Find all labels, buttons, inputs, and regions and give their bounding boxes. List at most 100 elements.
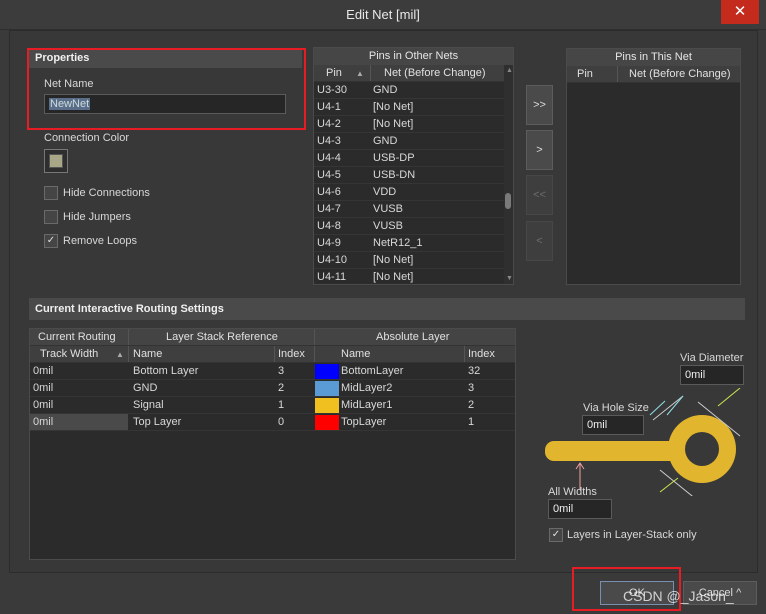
all-widths-label: All Widths — [548, 486, 597, 498]
net-cell: VUSB — [373, 203, 403, 215]
via-diameter-label: Via Diameter — [680, 352, 744, 364]
pins-other-list: U3-30 GND U4-1 [No Net] U4-2 [No Net] U4-3 GND U… — [314, 82, 513, 286]
scroll-thumb[interactable] — [505, 193, 511, 209]
layer-name-cell: Top Layer — [133, 416, 182, 428]
layer-stack-only-label: Layers in Layer-Stack only — [567, 529, 697, 541]
net-cell: VDD — [373, 186, 397, 198]
move-left-button[interactable]: < — [526, 221, 553, 261]
pin-cell: U4-1 — [317, 101, 341, 113]
layer-index-cell: 3 — [278, 365, 285, 377]
remove-loops-checkbox[interactable]: ✓ — [44, 234, 58, 248]
move-all-left-button[interactable]: << — [526, 175, 553, 215]
pin-row[interactable]: U4-5 USB-DN — [314, 167, 505, 184]
layer-color-swatch — [315, 398, 339, 413]
group-layer-stack: Layer Stack Reference — [166, 331, 278, 343]
trace-shape — [545, 441, 685, 461]
track-width-cell[interactable]: 0mil — [33, 397, 53, 413]
pin-cell: U4-4 — [317, 152, 341, 164]
group-absolute-layer: Absolute Layer — [376, 331, 450, 343]
routing-row[interactable]: 0mil Top Layer 0 TopLayer 1 — [30, 414, 515, 431]
routing-column-header: Track Width ▲ Name Index Name Index — [30, 346, 515, 363]
layer-index-cell: 1 — [278, 399, 285, 411]
layer-stack-only-checkbox[interactable]: ✓ — [549, 528, 563, 542]
layer-color-swatch — [315, 381, 339, 396]
abs-layer-name-cell: TopLayer — [341, 416, 387, 428]
track-width-cell[interactable]: 0mil — [33, 414, 53, 430]
col-abs-name[interactable]: Name — [341, 346, 370, 363]
layer-index-cell: 0 — [278, 416, 285, 428]
chevron-up-icon: ^ — [736, 587, 742, 599]
pin-row[interactable]: U4-4 USB-DP — [314, 150, 505, 167]
pin-row[interactable]: U4-6 VDD — [314, 184, 505, 201]
pin-row[interactable]: U3-30 GND — [314, 82, 505, 99]
col-pin-header[interactable]: Pin — [326, 65, 342, 82]
routing-row[interactable]: 0mil GND 2 MidLayer2 3 — [30, 380, 515, 397]
connection-color-swatch — [49, 154, 63, 168]
pin-cell: U4-8 — [317, 220, 341, 232]
net-cell: GND — [373, 84, 398, 96]
routing-row[interactable]: 0mil Bottom Layer 3 BottomLayer 32 — [30, 363, 515, 380]
net-name-input[interactable]: NewNet — [44, 94, 286, 114]
col-pin-header[interactable]: Pin — [577, 66, 593, 83]
abs-layer-index-cell: 32 — [468, 365, 481, 377]
abs-layer-name-cell: MidLayer1 — [341, 399, 393, 411]
col-abs-index[interactable]: Index — [468, 346, 495, 363]
pins-other-scrollbar[interactable]: ▲ ▼ — [504, 65, 513, 284]
pin-cell: U4-7 — [317, 203, 341, 215]
net-cell: VUSB — [373, 220, 403, 232]
abs-layer-name-cell: BottomLayer — [341, 365, 404, 377]
routing-rows: 0mil Bottom Layer 3 BottomLayer 32 0mil GND 2 Mi… — [30, 363, 515, 431]
col-track-width[interactable]: Track Width — [40, 346, 98, 363]
pin-cell: U4-3 — [317, 135, 341, 147]
pin-row[interactable]: U4-10 [No Net] — [314, 252, 505, 269]
layer-name-cell: GND — [133, 382, 158, 394]
pin-row[interactable]: U4-8 VUSB — [314, 218, 505, 235]
close-button[interactable]: ✕ — [721, 0, 759, 24]
hide-connections-label: Hide Connections — [63, 187, 150, 199]
track-width-cell[interactable]: 0mil — [33, 380, 53, 396]
layer-index-cell: 2 — [278, 382, 285, 394]
sort-up-icon: ▲ — [356, 69, 364, 78]
group-current-routing: Current Routing — [38, 331, 116, 343]
track-width-cell[interactable]: 0mil — [33, 363, 53, 379]
pin-row[interactable]: U4-7 VUSB — [314, 201, 505, 218]
pin-row[interactable]: U4-1 [No Net] — [314, 99, 505, 116]
layer-name-cell: Signal — [133, 399, 164, 411]
pin-cell: U4-11 — [317, 271, 347, 283]
pins-this-net-panel: Pins in This Net Pin Net (Before Change) — [566, 48, 741, 285]
layer-color-swatch — [315, 415, 339, 430]
watermark: CSDN @_Jason_ — [623, 588, 734, 604]
pin-cell: U4-5 — [317, 169, 341, 181]
col-net-header[interactable]: Net (Before Change) — [384, 65, 486, 82]
window-title: Edit Net [mil] — [346, 7, 420, 22]
col-net-header[interactable]: Net (Before Change) — [629, 66, 731, 83]
via-diameter-input[interactable]: 0mil — [680, 365, 744, 385]
abs-layer-index-cell: 1 — [468, 416, 475, 428]
net-name-label: Net Name — [44, 78, 94, 90]
pin-row[interactable]: U4-9 NetR12_1 — [314, 235, 505, 252]
abs-layer-index-cell: 3 — [468, 382, 475, 394]
via-diagram — [545, 388, 741, 496]
pin-row[interactable]: U4-3 GND — [314, 133, 505, 150]
hide-connections-checkbox[interactable] — [44, 186, 58, 200]
net-cell: GND — [373, 135, 398, 147]
hide-jumpers-label: Hide Jumpers — [63, 211, 131, 223]
col-index[interactable]: Index — [278, 346, 305, 363]
move-right-button[interactable]: > — [526, 130, 553, 170]
arrow-icon — [717, 388, 741, 407]
move-all-right-button[interactable]: >> — [526, 85, 553, 125]
arrow-icon — [659, 477, 679, 493]
pin-row[interactable]: U4-2 [No Net] — [314, 116, 505, 133]
pin-row[interactable]: U4-11 [No Net] — [314, 269, 505, 286]
routing-group-header: Current Routing Layer Stack Reference Ab… — [30, 329, 515, 346]
col-name[interactable]: Name — [133, 346, 162, 363]
net-cell: [No Net] — [373, 271, 414, 283]
pins-other-column-header: Pin ▲ Net (Before Change) — [314, 65, 513, 82]
routing-header: Current Interactive Routing Settings — [29, 298, 745, 320]
routing-row[interactable]: 0mil Signal 1 MidLayer1 2 — [30, 397, 515, 414]
connection-color-button[interactable] — [44, 149, 68, 173]
close-icon: ✕ — [733, 2, 747, 20]
abs-layer-index-cell: 2 — [468, 399, 475, 411]
hide-jumpers-checkbox[interactable] — [44, 210, 58, 224]
all-widths-input[interactable]: 0mil — [548, 499, 612, 519]
